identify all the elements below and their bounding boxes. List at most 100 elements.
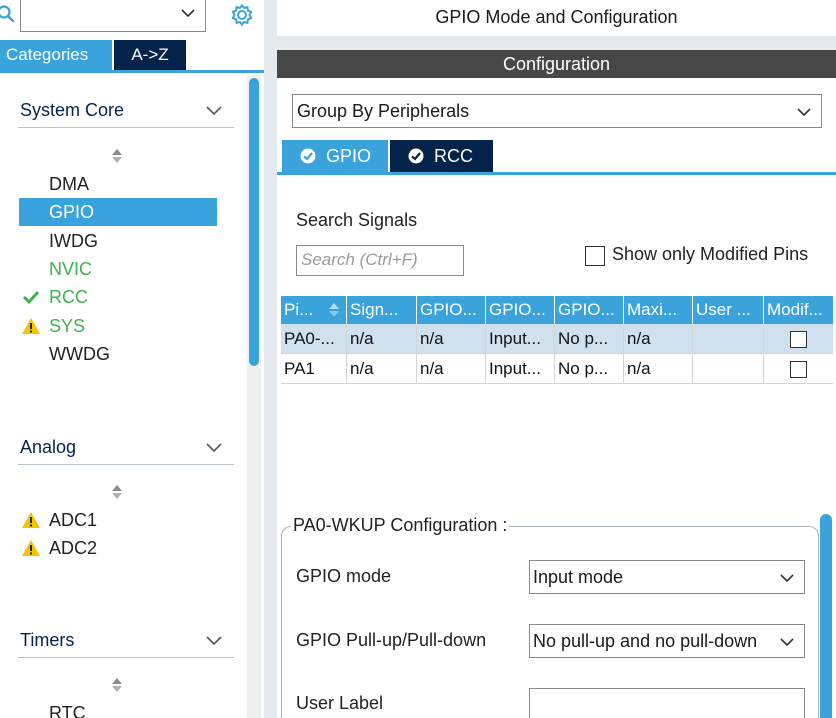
cell-signal: n/a	[347, 354, 417, 384]
section-title: System Core	[20, 100, 125, 120]
sort-arrows-icon[interactable]	[328, 303, 340, 317]
check-circle-icon	[300, 148, 316, 164]
pin-configuration-title: PA0-WKUP Configuration :	[291, 515, 510, 536]
sort-arrows-icon[interactable]	[111, 677, 123, 693]
sort-arrows-icon[interactable]	[111, 148, 123, 164]
table-header: Pi... Sign... GPIO... GPIO... GPIO... Ma…	[281, 296, 833, 324]
sidebar-item-label: IWDG	[49, 231, 98, 251]
tab-underline	[277, 172, 836, 175]
section-system-core[interactable]: System Core	[18, 94, 234, 128]
column-header-gpio-output[interactable]: GPIO...	[417, 296, 486, 324]
cell-user-label	[693, 354, 764, 384]
cell-modified	[764, 324, 833, 354]
column-header-gpio-pull[interactable]: GPIO...	[555, 296, 624, 324]
section-analog[interactable]: Analog	[18, 431, 234, 465]
gpio-pull-label: GPIO Pull-up/Pull-down	[296, 630, 487, 650]
left-scrollbar-thumb[interactable]	[249, 78, 259, 366]
cell-max-speed: n/a	[624, 354, 693, 384]
column-header-user-label[interactable]: User ...	[693, 296, 764, 324]
category-search	[0, 0, 264, 40]
table-row[interactable]: PA0-... n/a n/a Input... No p... n/a	[281, 324, 833, 354]
sidebar-item-adc1[interactable]: ADC1	[19, 506, 217, 534]
section-title: Analog	[20, 437, 77, 457]
column-header-max-speed[interactable]: Maxi...	[624, 296, 693, 324]
chevron-down-icon[interactable]	[795, 103, 813, 121]
column-label: Maxi...	[627, 300, 678, 319]
sidebar-item-rcc[interactable]: RCC	[19, 283, 217, 311]
search-icon	[0, 5, 15, 23]
column-header-gpio-mode[interactable]: GPIO...	[486, 296, 555, 324]
mode-config-header: GPIO Mode and Configuration	[435, 7, 678, 27]
section-timers[interactable]: Timers	[18, 624, 234, 658]
tab-gpio[interactable]: GPIO	[282, 140, 388, 172]
sidebar-item-label: RTC	[49, 703, 86, 718]
left-panel: Categories A->Z System Core DMA GPIO IWD…	[0, 0, 264, 718]
show-modified-checkbox[interactable]	[585, 246, 605, 266]
configuration-title-bar: Configuration	[277, 50, 836, 78]
warning-icon	[22, 512, 40, 528]
signal-search-input[interactable]: Search (Ctrl+F)	[296, 245, 464, 276]
section-title: Timers	[20, 630, 75, 650]
sidebar-item-adc2[interactable]: ADC2	[19, 534, 217, 562]
search-input[interactable]	[20, 0, 206, 32]
sidebar-item-gpio[interactable]: GPIO	[19, 198, 217, 226]
column-label: Pi...	[284, 300, 314, 319]
column-label: GPIO...	[558, 300, 615, 319]
sidebar-item-label: NVIC	[49, 259, 93, 279]
group-by-value: Group By Peripherals	[297, 101, 470, 121]
sidebar-item-sys[interactable]: SYS	[19, 312, 217, 340]
category-tabs: Categories A->Z	[0, 40, 264, 73]
column-header-modified[interactable]: Modif...	[764, 296, 833, 324]
column-header-pin[interactable]: Pi...	[281, 296, 347, 324]
tab-rcc[interactable]: RCC	[390, 140, 493, 172]
panel-divider	[277, 36, 836, 50]
cell-gpio-pull: No p...	[555, 324, 624, 354]
panel-splitter[interactable]	[264, 0, 277, 718]
gpio-pull-select[interactable]: No pull-up and no pull-down	[529, 624, 805, 658]
sidebar-item-label: DMA	[49, 174, 89, 194]
sidebar-item-label: SYS	[49, 316, 86, 336]
tab-categories[interactable]: Categories	[0, 40, 112, 70]
gear-icon[interactable]	[229, 2, 255, 28]
chevron-down-icon[interactable]	[204, 437, 224, 457]
chevron-down-icon[interactable]	[778, 569, 796, 587]
tab-label: GPIO	[326, 146, 372, 166]
sidebar-item-rtc[interactable]: RTC	[19, 699, 217, 718]
gpio-mode-select[interactable]: Input mode	[529, 560, 805, 594]
column-header-signal[interactable]: Sign...	[347, 296, 417, 324]
group-by-select[interactable]: Group By Peripherals	[292, 94, 822, 128]
check-circle-icon	[408, 148, 424, 164]
sidebar-item-nvic[interactable]: NVIC	[19, 255, 217, 283]
warning-icon	[22, 318, 40, 334]
chevron-down-icon[interactable]	[179, 4, 197, 22]
column-label: User ...	[696, 300, 751, 319]
chevron-down-icon[interactable]	[204, 630, 224, 650]
sidebar-item-iwdg[interactable]: IWDG	[19, 227, 217, 255]
tab-label: RCC	[434, 146, 473, 166]
cell-user-label	[693, 324, 764, 354]
cell-pin: PA1	[281, 354, 347, 384]
right-panel: GPIO Mode and Configuration Configuratio…	[277, 0, 836, 718]
modified-checkbox[interactable]	[790, 331, 807, 348]
sidebar-item-label: GPIO	[49, 202, 95, 222]
chevron-down-icon[interactable]	[778, 633, 796, 651]
cell-modified	[764, 354, 833, 384]
cell-gpio-output: n/a	[417, 354, 486, 384]
sidebar-item-wwdg[interactable]: WWDG	[19, 340, 217, 368]
sidebar-item-label: ADC1	[49, 510, 98, 530]
cell-pin: PA0-...	[281, 324, 347, 354]
column-label: GPIO...	[420, 300, 477, 319]
sidebar-item-label: WWDG	[49, 344, 110, 364]
chevron-down-icon[interactable]	[204, 100, 224, 120]
search-placeholder: Search (Ctrl+F)	[301, 250, 418, 269]
column-label: Sign...	[350, 300, 399, 319]
cell-signal: n/a	[347, 324, 417, 354]
user-label-input[interactable]	[529, 688, 805, 718]
sidebar-item-label: ADC2	[49, 538, 98, 558]
table-row[interactable]: PA1 n/a n/a Input... No p... n/a	[281, 354, 833, 384]
config-scrollbar-thumb[interactable]	[820, 514, 832, 718]
tab-a-to-z[interactable]: A->Z	[114, 40, 186, 70]
sidebar-item-dma[interactable]: DMA	[19, 170, 217, 198]
modified-checkbox[interactable]	[790, 361, 807, 378]
sort-arrows-icon[interactable]	[111, 484, 123, 500]
